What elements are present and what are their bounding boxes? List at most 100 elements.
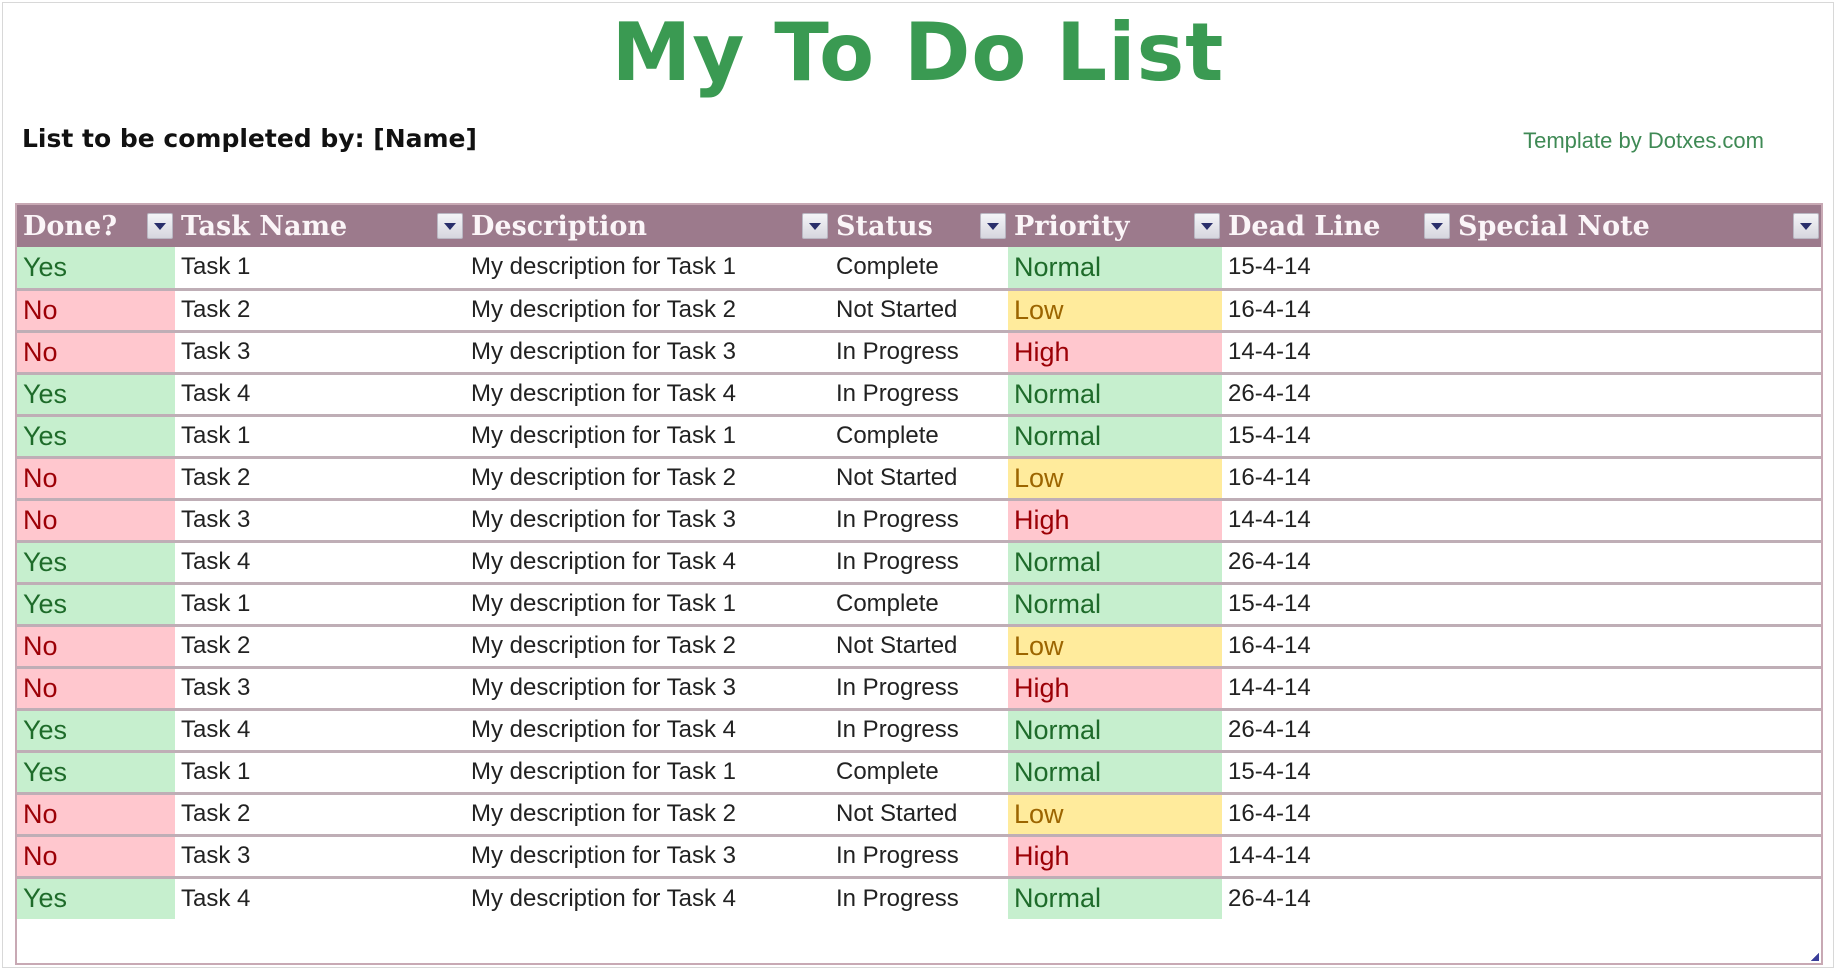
status-cell[interactable]: Complete [830, 415, 1008, 459]
special-note-cell[interactable] [1452, 457, 1821, 501]
task-name-cell[interactable]: Task 4 [175, 877, 465, 919]
special-note-cell[interactable] [1452, 499, 1821, 543]
description-cell[interactable]: My description for Task 2 [465, 457, 830, 501]
deadline-cell[interactable]: 26-4-14 [1222, 877, 1452, 919]
special-note-cell[interactable] [1452, 709, 1821, 753]
status-cell[interactable]: In Progress [830, 541, 1008, 585]
priority-cell[interactable]: Normal [1008, 373, 1222, 417]
deadline-cell[interactable]: 14-4-14 [1222, 499, 1452, 543]
filter-button-status[interactable] [980, 213, 1006, 239]
description-cell[interactable]: My description for Task 4 [465, 877, 830, 919]
description-cell[interactable]: My description for Task 4 [465, 373, 830, 417]
description-cell[interactable]: My description for Task 2 [465, 793, 830, 837]
priority-cell[interactable]: High [1008, 667, 1222, 711]
done-cell[interactable]: No [17, 499, 175, 543]
filter-button-done[interactable] [147, 213, 173, 239]
special-note-cell[interactable] [1452, 331, 1821, 375]
special-note-cell[interactable] [1452, 373, 1821, 417]
done-cell[interactable]: No [17, 457, 175, 501]
filter-button-special-note[interactable] [1793, 213, 1819, 239]
status-cell[interactable]: Not Started [830, 625, 1008, 669]
description-cell[interactable]: My description for Task 1 [465, 247, 830, 291]
done-cell[interactable]: No [17, 835, 175, 879]
task-name-cell[interactable]: Task 4 [175, 709, 465, 753]
deadline-cell[interactable]: 15-4-14 [1222, 247, 1452, 291]
deadline-cell[interactable]: 16-4-14 [1222, 457, 1452, 501]
status-cell[interactable]: In Progress [830, 667, 1008, 711]
deadline-cell[interactable]: 14-4-14 [1222, 835, 1452, 879]
task-name-cell[interactable]: Task 3 [175, 499, 465, 543]
status-cell[interactable]: Not Started [830, 457, 1008, 501]
description-cell[interactable]: My description for Task 3 [465, 499, 830, 543]
done-cell[interactable]: No [17, 625, 175, 669]
task-name-cell[interactable]: Task 1 [175, 751, 465, 795]
status-cell[interactable]: Complete [830, 247, 1008, 291]
done-cell[interactable]: Yes [17, 247, 175, 291]
filter-button-task-name[interactable] [437, 213, 463, 239]
priority-cell[interactable]: Normal [1008, 541, 1222, 585]
special-note-cell[interactable] [1452, 289, 1821, 333]
description-cell[interactable]: My description for Task 3 [465, 331, 830, 375]
done-cell[interactable]: Yes [17, 541, 175, 585]
special-note-cell[interactable] [1452, 835, 1821, 879]
description-cell[interactable]: My description for Task 2 [465, 289, 830, 333]
deadline-cell[interactable]: 15-4-14 [1222, 583, 1452, 627]
description-cell[interactable]: My description for Task 1 [465, 583, 830, 627]
done-cell[interactable]: Yes [17, 415, 175, 459]
description-cell[interactable]: My description for Task 2 [465, 625, 830, 669]
deadline-cell[interactable]: 26-4-14 [1222, 541, 1452, 585]
filter-button-description[interactable] [802, 213, 828, 239]
filter-button-deadline[interactable] [1424, 213, 1450, 239]
deadline-cell[interactable]: 16-4-14 [1222, 289, 1452, 333]
special-note-cell[interactable] [1452, 793, 1821, 837]
task-name-cell[interactable]: Task 3 [175, 667, 465, 711]
priority-cell[interactable]: Low [1008, 289, 1222, 333]
special-note-cell[interactable] [1452, 541, 1821, 585]
status-cell[interactable]: In Progress [830, 877, 1008, 919]
priority-cell[interactable]: Normal [1008, 247, 1222, 291]
status-cell[interactable]: Not Started [830, 289, 1008, 333]
done-cell[interactable]: Yes [17, 373, 175, 417]
task-name-cell[interactable]: Task 4 [175, 373, 465, 417]
task-name-cell[interactable]: Task 2 [175, 625, 465, 669]
priority-cell[interactable]: Low [1008, 793, 1222, 837]
deadline-cell[interactable]: 16-4-14 [1222, 625, 1452, 669]
task-name-cell[interactable]: Task 3 [175, 331, 465, 375]
task-name-cell[interactable]: Task 4 [175, 541, 465, 585]
done-cell[interactable]: Yes [17, 583, 175, 627]
task-name-cell[interactable]: Task 1 [175, 415, 465, 459]
deadline-cell[interactable]: 26-4-14 [1222, 373, 1452, 417]
status-cell[interactable]: In Progress [830, 709, 1008, 753]
priority-cell[interactable]: High [1008, 499, 1222, 543]
description-cell[interactable]: My description for Task 1 [465, 415, 830, 459]
priority-cell[interactable]: Low [1008, 625, 1222, 669]
special-note-cell[interactable] [1452, 247, 1821, 291]
status-cell[interactable]: Complete [830, 583, 1008, 627]
status-cell[interactable]: In Progress [830, 499, 1008, 543]
deadline-cell[interactable]: 16-4-14 [1222, 793, 1452, 837]
deadline-cell[interactable]: 14-4-14 [1222, 331, 1452, 375]
done-cell[interactable]: No [17, 289, 175, 333]
status-cell[interactable]: In Progress [830, 331, 1008, 375]
status-cell[interactable]: Complete [830, 751, 1008, 795]
special-note-cell[interactable] [1452, 625, 1821, 669]
task-name-cell[interactable]: Task 3 [175, 835, 465, 879]
task-name-cell[interactable]: Task 2 [175, 793, 465, 837]
priority-cell[interactable]: High [1008, 835, 1222, 879]
done-cell[interactable]: Yes [17, 751, 175, 795]
priority-cell[interactable]: Normal [1008, 709, 1222, 753]
done-cell[interactable]: No [17, 331, 175, 375]
priority-cell[interactable]: High [1008, 331, 1222, 375]
table-resize-handle[interactable] [1811, 953, 1819, 961]
deadline-cell[interactable]: 15-4-14 [1222, 751, 1452, 795]
deadline-cell[interactable]: 26-4-14 [1222, 709, 1452, 753]
priority-cell[interactable]: Normal [1008, 583, 1222, 627]
description-cell[interactable]: My description for Task 3 [465, 835, 830, 879]
done-cell[interactable]: Yes [17, 709, 175, 753]
deadline-cell[interactable]: 15-4-14 [1222, 415, 1452, 459]
priority-cell[interactable]: Normal [1008, 751, 1222, 795]
status-cell[interactable]: Not Started [830, 793, 1008, 837]
special-note-cell[interactable] [1452, 583, 1821, 627]
description-cell[interactable]: My description for Task 4 [465, 709, 830, 753]
description-cell[interactable]: My description for Task 1 [465, 751, 830, 795]
